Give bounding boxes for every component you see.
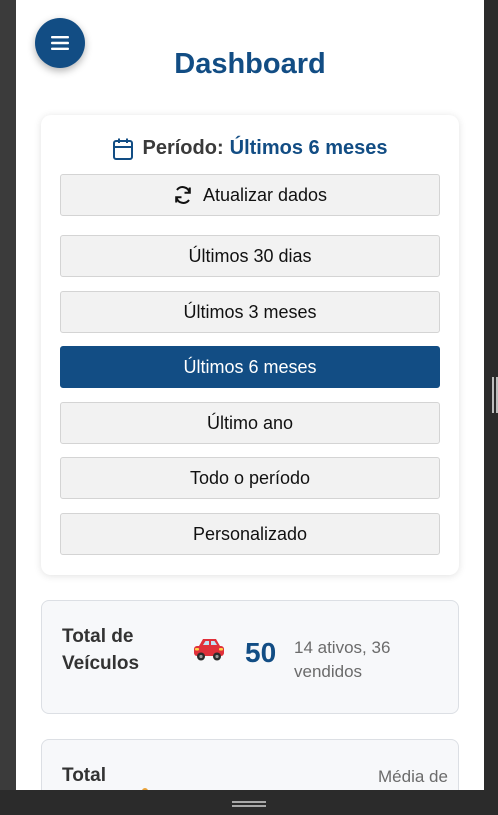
period-option-6-months[interactable]: Últimos 6 meses <box>60 346 440 388</box>
refresh-data-label: Atualizar dados <box>202 184 328 205</box>
right-window-edge <box>484 0 498 790</box>
calendar-icon <box>112 138 133 160</box>
period-option-3-months[interactable]: Últimos 3 meses <box>60 291 440 333</box>
refresh-data-button[interactable]: Atualizar dados <box>60 174 440 216</box>
stat-label-vehicles: Total de Veículos <box>62 626 140 674</box>
stat-detail-vehicles: 14 ativos, 36 vendidos <box>294 638 391 681</box>
stat-value-vehicles: 50 <box>245 637 277 668</box>
system-navigation-bar <box>0 790 498 815</box>
page-title: Dashboard <box>174 48 326 80</box>
period-label: Período: <box>142 137 224 159</box>
left-window-edge <box>0 0 16 790</box>
resize-handle[interactable] <box>492 377 498 413</box>
stat-detail-second: Média de <box>378 767 448 786</box>
car-icon <box>192 637 226 663</box>
refresh-icon <box>173 185 193 205</box>
stat-label-second: Total <box>62 765 106 786</box>
period-filter-card: Período: Últimos 6 meses Atualizar dados… <box>41 115 459 575</box>
period-option-30-days[interactable]: Últimos 30 dias <box>60 235 440 277</box>
period-option-custom[interactable]: Personalizado <box>60 513 440 555</box>
period-value: Últimos 6 meses <box>229 137 388 159</box>
stat-card-second: Total Média de <box>41 739 459 790</box>
app-viewport: Dashboard Período: Últimos 6 meses Atual… <box>16 0 484 790</box>
stat-card-vehicles: Total de Veículos 50 14 ativos, 36 vendi… <box>41 600 459 714</box>
nav-handle[interactable] <box>232 801 266 807</box>
period-option-last-year[interactable]: Último ano <box>60 402 440 444</box>
period-option-all-time[interactable]: Todo o período <box>60 457 440 499</box>
period-header: Período: Últimos 6 meses <box>41 137 459 160</box>
